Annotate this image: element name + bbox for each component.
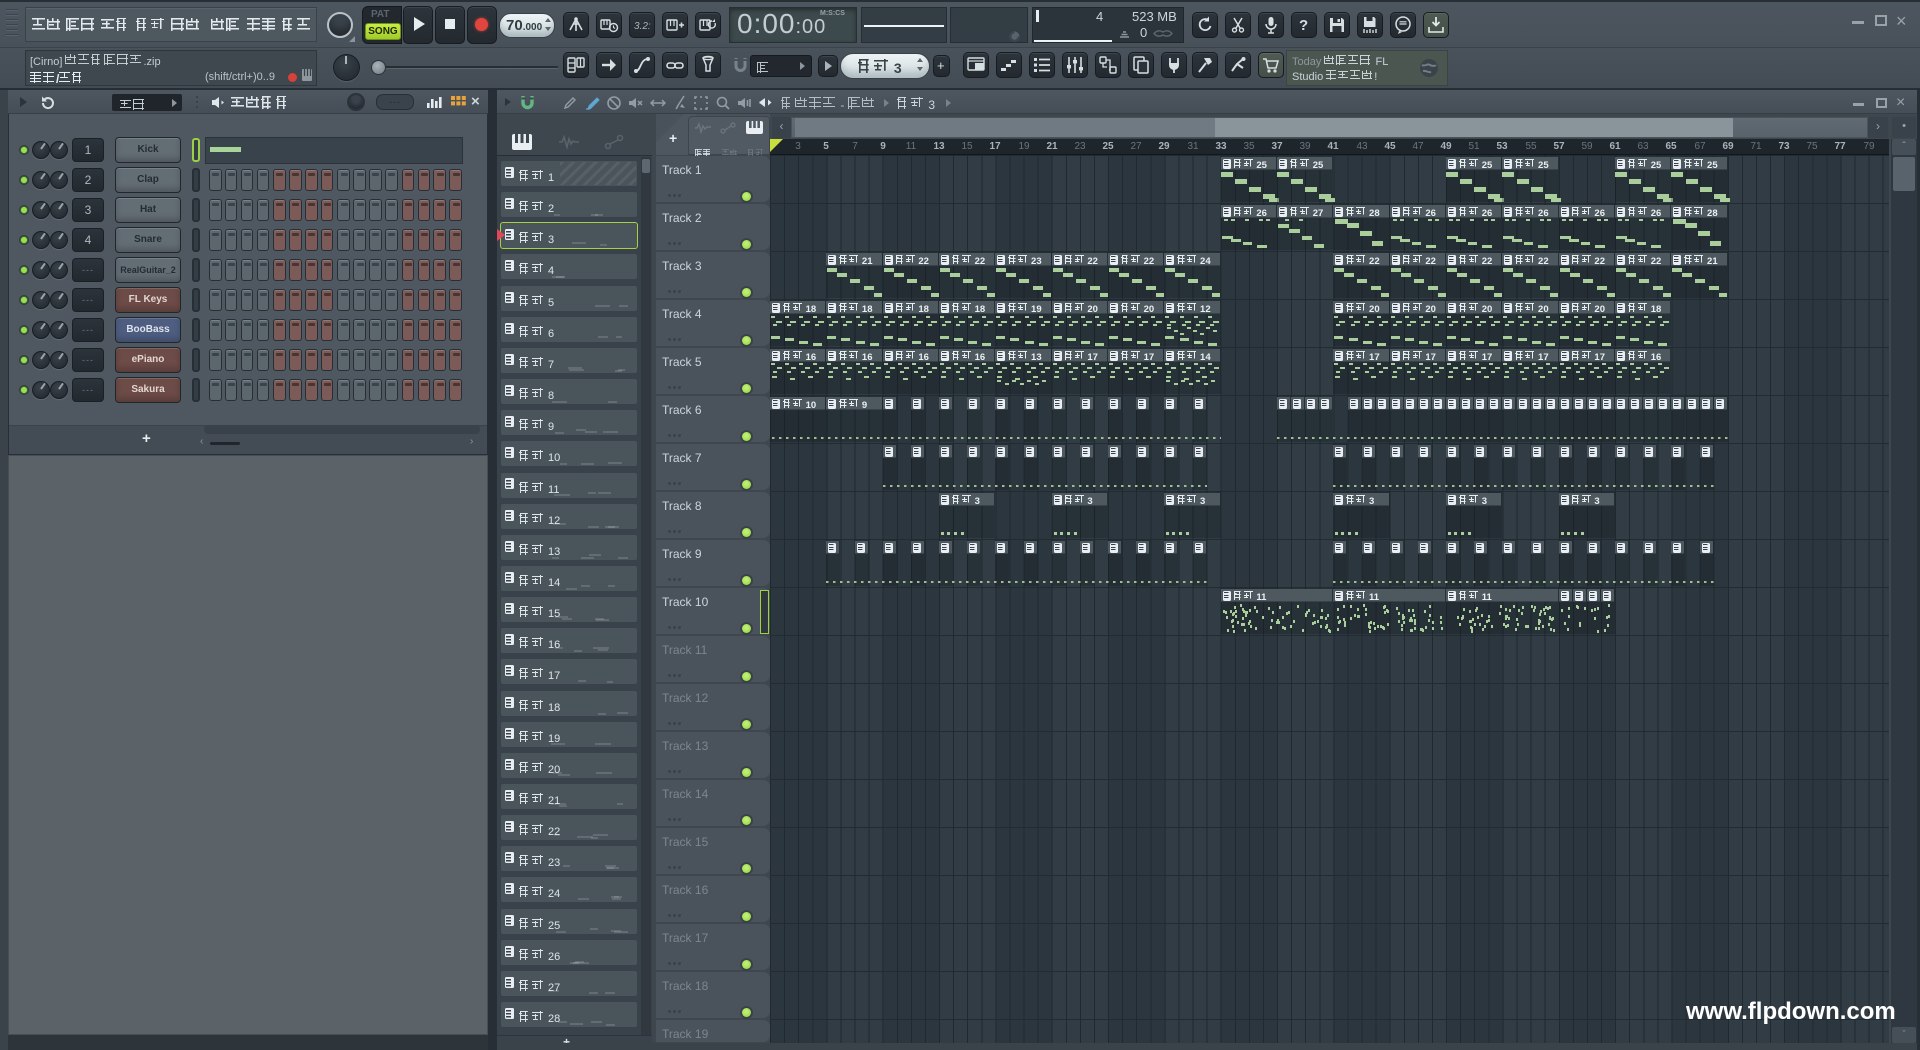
svg-text:?: ? <box>1299 17 1308 34</box>
svg-text:3.2:: 3.2: <box>634 21 651 32</box>
